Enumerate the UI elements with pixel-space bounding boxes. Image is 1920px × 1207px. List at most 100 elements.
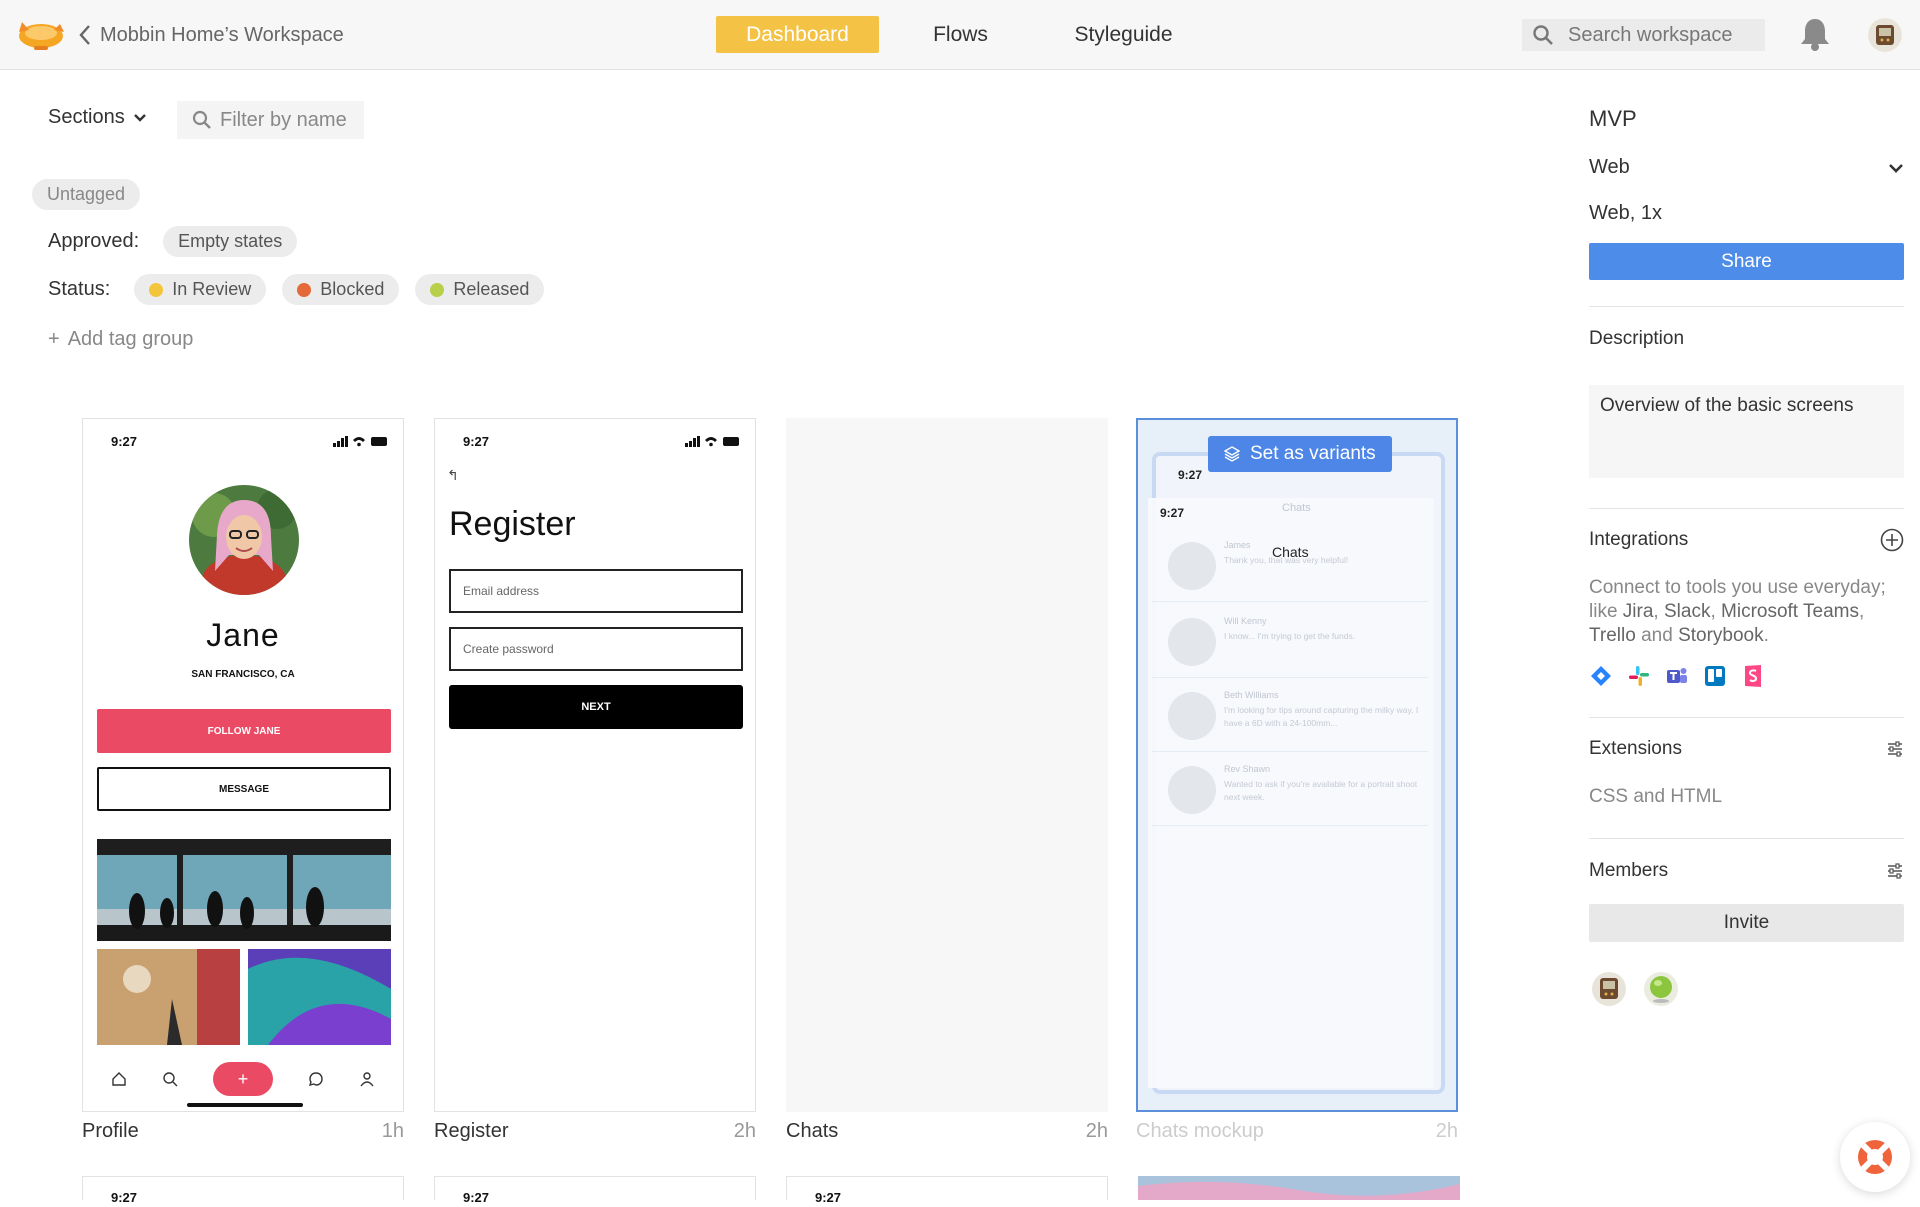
storybook-icon[interactable]: [1741, 664, 1765, 688]
help-button[interactable]: [1840, 1122, 1910, 1192]
tag-untagged[interactable]: Untagged: [32, 179, 141, 210]
search-workspace-input[interactable]: Search workspace: [1522, 19, 1765, 51]
gallery-photo: [248, 949, 391, 1045]
phone-status-bar: 9:27: [787, 1187, 1107, 1207]
integrations-separator: ,: [1653, 601, 1664, 622]
member-avatar-icon[interactable]: [1644, 972, 1678, 1006]
status-time: 9:27: [1178, 468, 1203, 482]
settings-sliders-icon[interactable]: [1886, 862, 1904, 880]
tab-flows[interactable]: Flows: [879, 16, 1042, 53]
screen-card-chats[interactable]: [786, 418, 1108, 1112]
register-title: Register: [449, 505, 576, 543]
status-dot: [149, 282, 164, 297]
screen-name: Register: [434, 1120, 509, 1142]
contact-name: James: [1224, 540, 1251, 550]
sections-dropdown[interactable]: Sections: [48, 106, 147, 129]
integrations-end: .: [1763, 625, 1769, 646]
integrations-separator: and: [1635, 625, 1679, 646]
chats-faint-title: Chats: [1282, 502, 1311, 514]
add-tag-group-button[interactable]: + Add tag group: [48, 328, 193, 351]
approved-label: Approved:: [48, 230, 140, 252]
tab-dashboard[interactable]: Dashboard: [716, 16, 879, 53]
home-indicator: [187, 1103, 303, 1107]
search-icon: [192, 110, 211, 129]
tab-styleguide[interactable]: Styleguide: [1042, 16, 1205, 53]
chat-icon[interactable]: [308, 1071, 324, 1087]
screen-card-row2[interactable]: 9:27: [82, 1176, 404, 1205]
filter-by-name-input[interactable]: Filter by name: [177, 101, 364, 139]
contact-name: Will Kenny: [1224, 616, 1267, 626]
screen-card-register[interactable]: 9:27 ↰ Register Email address Create pas…: [434, 418, 756, 1112]
password-field[interactable]: Create password: [449, 627, 743, 671]
message-button[interactable]: MESSAGE: [97, 767, 391, 811]
integrations-section-header: Integrations: [1589, 528, 1904, 552]
screen-card-row2[interactable]: 9:27: [786, 1176, 1108, 1205]
contact-name: Beth Williams: [1224, 690, 1279, 700]
signal-wifi-battery-icon: [685, 436, 739, 447]
invite-button[interactable]: Invite: [1589, 904, 1904, 942]
add-circle-icon[interactable]: [1880, 528, 1904, 552]
message-preview: Thank you, that was very helpful!: [1224, 555, 1349, 565]
screen-card-chats-mockup[interactable]: Set as variants 9:27 9:27 Chats Chats Ja…: [1136, 418, 1458, 1112]
notifications-bell-icon[interactable]: [1798, 16, 1832, 52]
description-section-header: Description: [1589, 328, 1904, 350]
message-preview: Wanted to ask if you're available for a …: [1224, 779, 1418, 802]
contact-avatar: [1168, 692, 1216, 740]
screen-age: 2h: [1435, 1120, 1458, 1142]
screen-age: 2h: [733, 1120, 756, 1142]
profile-icon[interactable]: [359, 1071, 375, 1087]
bottom-tab-bar: +: [83, 1045, 403, 1111]
follow-button[interactable]: FOLLOW JANE: [97, 709, 391, 753]
divider: [1589, 508, 1904, 509]
tag-released[interactable]: Released: [415, 274, 545, 305]
phone-status-bar: 9:27: [83, 431, 403, 451]
description-heading: Description: [1589, 328, 1685, 349]
sections-label: Sections: [48, 106, 125, 128]
platform-dropdown[interactable]: Web: [1589, 156, 1904, 179]
jira-icon[interactable]: [1589, 664, 1613, 688]
message-preview: I know... I'm trying to get the funds.: [1224, 631, 1356, 641]
lifebuoy-icon: [1858, 1140, 1892, 1174]
home-icon[interactable]: [111, 1071, 127, 1087]
back-to-workspace-link[interactable]: Mobbin Home’s Workspace: [78, 22, 344, 48]
tag-empty-states[interactable]: Empty states: [163, 226, 298, 257]
description-field[interactable]: Overview of the basic screens: [1589, 385, 1904, 478]
create-post-button[interactable]: +: [212, 1062, 273, 1096]
zeplin-logo-icon[interactable]: [14, 12, 68, 56]
integration-jira: Jira: [1622, 601, 1654, 622]
divider: [1589, 717, 1904, 718]
extensions-value: CSS and HTML: [1589, 786, 1723, 807]
plus-icon: +: [48, 328, 60, 350]
user-avatar-icon[interactable]: [1868, 18, 1902, 52]
divider: [1589, 838, 1904, 839]
set-as-variants-button[interactable]: Set as variants: [1208, 436, 1392, 472]
status-time: 9:27: [111, 1189, 138, 1205]
share-button[interactable]: Share: [1589, 243, 1904, 280]
phone-status-bar: 9:27: [83, 1187, 403, 1207]
screen-card-profile[interactable]: 9:27 Jane SAN FRANCISCO, CA FOLLOW JANE …: [82, 418, 404, 1112]
members-heading: Members: [1589, 860, 1669, 881]
microsoft-teams-icon[interactable]: [1665, 664, 1689, 688]
email-field[interactable]: Email address: [449, 569, 743, 613]
back-arrow-icon[interactable]: ↰: [447, 467, 463, 483]
tag-in-review[interactable]: In Review: [134, 274, 267, 305]
slack-icon[interactable]: [1627, 664, 1651, 688]
platform-resolution: Web, 1x: [1589, 202, 1662, 224]
trello-icon[interactable]: [1703, 664, 1727, 688]
gallery-photo: [97, 949, 240, 1045]
search-icon[interactable]: [162, 1071, 178, 1087]
screen-name: Chats: [786, 1120, 839, 1142]
search-placeholder: Search workspace: [1568, 23, 1733, 46]
screen-card-row2[interactable]: 9:27: [434, 1176, 756, 1205]
settings-sliders-icon[interactable]: [1886, 740, 1904, 758]
phone-status-bar: 9:27: [435, 431, 755, 451]
integrations-heading: Integrations: [1589, 529, 1689, 550]
member-avatar-icon[interactable]: [1592, 972, 1626, 1006]
next-button[interactable]: NEXT: [449, 685, 743, 729]
profile-location: SAN FRANCISCO, CA: [191, 669, 295, 680]
layers-icon: [1224, 446, 1240, 462]
tag-blocked[interactable]: Blocked: [282, 274, 400, 305]
screen-card-row2-thumbnail[interactable]: [1138, 1176, 1460, 1200]
extensions-heading: Extensions: [1589, 738, 1682, 759]
tag-label: In Review: [172, 279, 252, 299]
